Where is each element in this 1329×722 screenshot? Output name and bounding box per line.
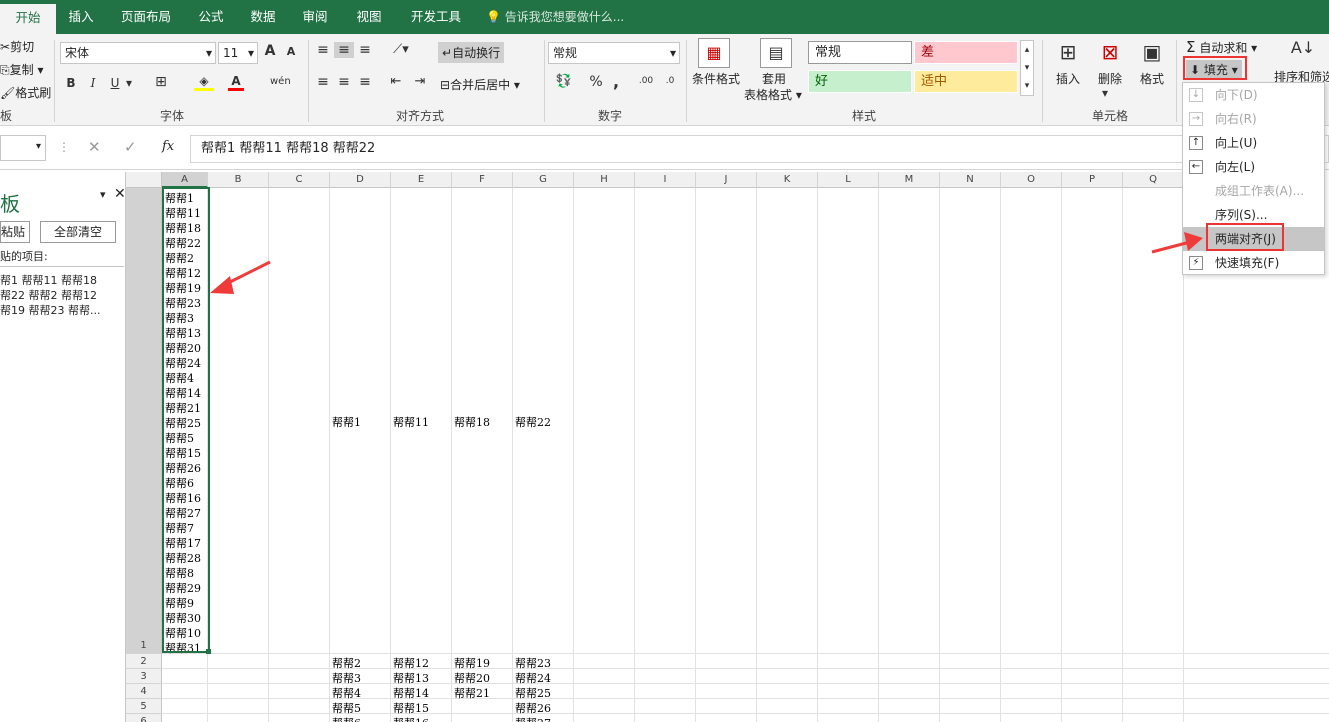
arrow-line-right (1151, 240, 1191, 254)
arrow-head-left (210, 276, 234, 294)
excel-window: 开始 插入 页面布局 公式 数据 审阅 视图 开发工具 💡 告诉我您想要做什么.… (0, 0, 1329, 722)
annotation-arrows (210, 232, 1203, 294)
arrow-head-right (1184, 232, 1203, 251)
